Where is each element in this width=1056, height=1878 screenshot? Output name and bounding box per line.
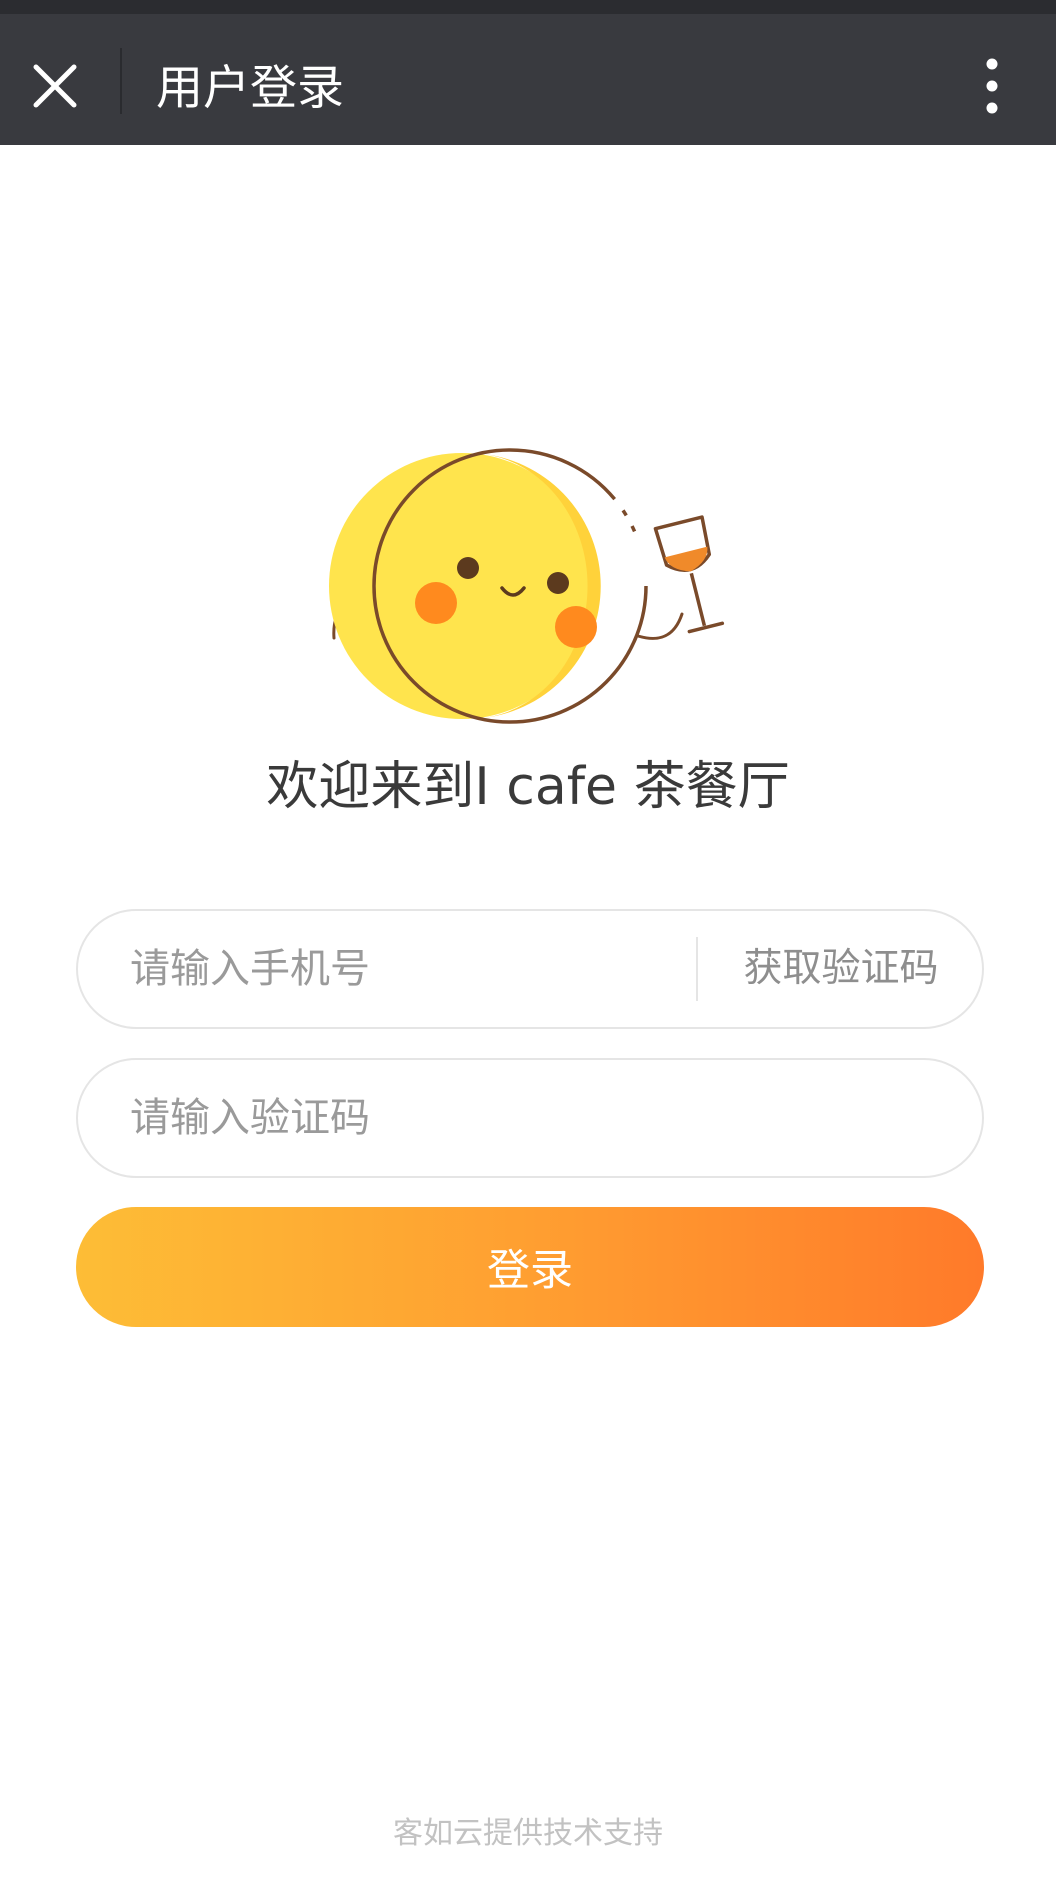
navbar: 用户登录 <box>0 14 1056 145</box>
page-title: 用户登录 <box>156 61 344 116</box>
mascot-illustration <box>329 448 725 724</box>
wine-glass-icon <box>653 515 725 634</box>
close-button[interactable] <box>20 51 90 121</box>
code-field <box>76 1058 984 1178</box>
login-button[interactable]: 登录 <box>76 1207 984 1327</box>
footer-text: 客如云提供技术支持 <box>393 1816 663 1851</box>
get-code-button[interactable]: 获取验证码 <box>700 911 982 1027</box>
status-bar <box>0 0 1056 14</box>
more-vertical-icon <box>986 58 998 114</box>
verification-code-input[interactable] <box>128 1060 928 1176</box>
mascot-right-cheek <box>555 606 597 648</box>
mascot-right-eye <box>547 572 569 594</box>
phone-input[interactable] <box>128 911 688 1027</box>
phone-field-divider <box>696 937 698 1001</box>
navbar-divider <box>120 48 122 114</box>
more-button[interactable] <box>960 51 1024 121</box>
welcome-text: 欢迎来到I cafe 茶餐厅 <box>266 757 790 817</box>
mascot-left-cheek <box>415 582 457 624</box>
phone-field: 获取验证码 <box>76 909 984 1029</box>
close-icon <box>33 64 77 108</box>
mascot-right-arm <box>636 612 684 640</box>
mascot-left-eye <box>457 557 479 579</box>
